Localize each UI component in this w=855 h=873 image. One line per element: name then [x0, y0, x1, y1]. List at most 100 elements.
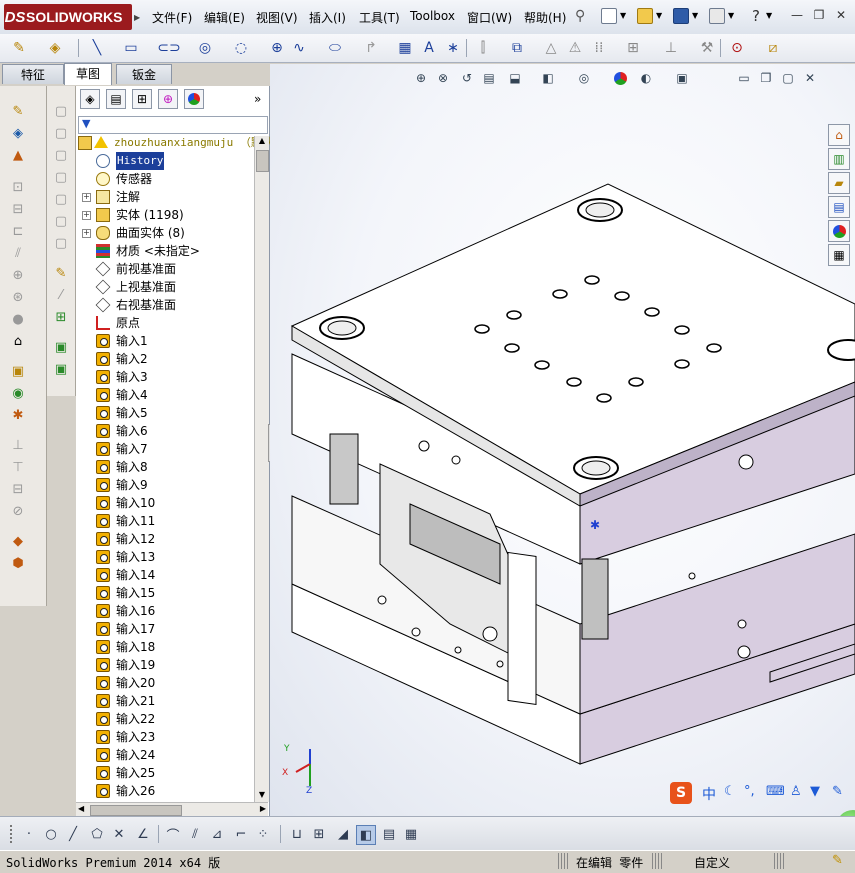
tree-root[interactable]: zhouzhuanxiangmuju （默认 — [76, 134, 273, 152]
graphics-area[interactable]: ⊕ ⊗ ↺ ▤ ⬓ ◧ ◎ ◐ ▣ ▭ ❐ ▢ ✕ ⌂ ▥ ▰ ▤ ▦ Y X … — [270, 64, 855, 816]
tree-import-item[interactable]: 输入12 — [76, 530, 254, 548]
offset-icon[interactable]: ⧉ — [508, 39, 526, 57]
config-manager-tab-icon[interactable]: ⊞ — [132, 89, 152, 109]
pattern-3d-icon[interactable]: ✱ — [9, 406, 27, 424]
tab-sheet-metal[interactable]: 钣金 — [116, 64, 172, 84]
dimxpert-tab-icon[interactable]: ⊕ — [158, 89, 178, 109]
menu-tools[interactable]: 工具(T) — [359, 9, 400, 26]
cube-outline-icon[interactable]: ▢ — [52, 190, 70, 208]
tree-import-item[interactable]: 输入13 — [76, 548, 254, 566]
corner-tool-icon[interactable]: ⌐ — [232, 825, 250, 843]
fillet-tool-icon[interactable]: ⌒ — [164, 825, 182, 844]
sketch-picture-icon[interactable]: ◉ — [9, 384, 27, 402]
warning-icon[interactable]: ⚠ — [566, 39, 584, 57]
ime-moon-icon[interactable]: ☾ — [724, 784, 736, 799]
menu-view[interactable]: 视图(V) — [256, 9, 298, 26]
ime-lang-label[interactable]: 中 — [702, 784, 716, 804]
tag-icon[interactable]: ✎ — [832, 853, 843, 868]
tree-import-item[interactable]: 输入6 — [76, 422, 254, 440]
menu-insert[interactable]: 插入(I) — [309, 9, 346, 26]
split-tool-icon[interactable]: ⊕ — [9, 266, 27, 284]
line-icon[interactable]: ╲ — [88, 39, 106, 57]
spline-icon[interactable]: ∿ — [290, 39, 308, 57]
relations-icon[interactable]: ⊥ — [662, 39, 680, 57]
tree-vertical-scrollbar[interactable]: ▲ ▼ — [254, 136, 269, 802]
tree-import-item[interactable]: 输入18 — [76, 638, 254, 656]
fix-relation-icon[interactable]: ⊟ — [9, 480, 27, 498]
tree-item[interactable]: + 曲面实体 (8) — [76, 224, 254, 242]
polygon-tool-icon[interactable]: ⬠ — [88, 825, 106, 843]
cube-outline-icon[interactable]: ▢ — [52, 102, 70, 120]
extend-tool-icon[interactable]: ⊏ — [9, 222, 27, 240]
ellipse-icon[interactable]: ⬭ — [326, 39, 344, 57]
open-folder-icon[interactable] — [637, 8, 653, 24]
new-document-icon[interactable] — [601, 8, 617, 24]
cross-tool-icon[interactable]: ✕ — [110, 825, 128, 843]
expand-panel-icon[interactable]: » — [254, 92, 261, 106]
move-icon[interactable]: ⊞ — [624, 39, 642, 57]
tree-import-item[interactable]: 输入19 — [76, 656, 254, 674]
ime-punct-icon[interactable]: °, — [744, 784, 755, 799]
tree-horizontal-scrollbar[interactable]: ◀ ▶ — [76, 802, 268, 817]
tree-import-item[interactable]: 输入7 — [76, 440, 254, 458]
shaded-view-icon[interactable]: ◧ — [356, 825, 376, 845]
scroll-right-icon[interactable]: ▶ — [260, 804, 266, 813]
rectangle-icon[interactable]: ▭ — [122, 39, 140, 57]
text-icon[interactable]: A — [420, 39, 438, 57]
cube-outline-icon[interactable]: ▢ — [52, 212, 70, 230]
mirror-tool-icon[interactable]: ▲ — [9, 146, 27, 164]
layer-icon[interactable]: ▣ — [52, 338, 70, 356]
chevron-down-icon[interactable]: ▼ — [728, 11, 734, 20]
tree-import-item[interactable]: 输入11 — [76, 512, 254, 530]
ime-user-icon[interactable]: ♙ — [790, 784, 802, 799]
menu-file[interactable]: 文件(F) — [152, 9, 192, 26]
sogou-logo-icon[interactable]: S — [670, 782, 692, 804]
construction-line-icon[interactable]: ⁄ — [52, 286, 70, 304]
tree-item[interactable]: 右视基准面 — [76, 296, 254, 314]
tree-item[interactable]: 材质 <未指定> — [76, 242, 254, 260]
tab-features[interactable]: 特征 — [2, 64, 64, 84]
tree-import-item[interactable]: 输入8 — [76, 458, 254, 476]
cube-outline-icon[interactable]: ▢ — [52, 168, 70, 186]
scroll-up-icon[interactable]: ▲ — [257, 136, 267, 148]
instant-2d-icon[interactable]: ⧄ — [764, 39, 782, 57]
panel-view-icon[interactable]: ▤ — [380, 825, 398, 843]
tree-import-item[interactable]: 输入3 — [76, 368, 254, 386]
tree-import-item[interactable]: 输入15 — [76, 584, 254, 602]
point-icon[interactable]: ∗ — [444, 39, 462, 57]
offset-tool-icon[interactable]: ⊟ — [9, 200, 27, 218]
insert-block-icon[interactable]: ▣ — [9, 362, 27, 380]
chevron-down-icon[interactable]: ▼ — [656, 11, 662, 20]
rapid-sketch-icon[interactable]: ⊙ — [728, 39, 746, 57]
tree-item[interactable]: + 注解 — [76, 188, 254, 206]
status-units[interactable]: 自定义 — [694, 854, 730, 871]
expand-toggle-icon[interactable]: + — [82, 211, 91, 220]
trim-tool-icon[interactable]: ⫽ — [9, 244, 27, 262]
scroll-left-icon[interactable]: ◀ — [78, 804, 84, 813]
tree-import-item[interactable]: 输入14 — [76, 566, 254, 584]
tree-import-item[interactable]: 输入16 — [76, 602, 254, 620]
cube-outline-icon[interactable]: ▢ — [52, 124, 70, 142]
parallel-tool-icon[interactable]: ⫽ — [186, 825, 204, 843]
tree-import-item[interactable]: 输入4 — [76, 386, 254, 404]
minimize-button[interactable]: — — [788, 7, 806, 23]
chevron-down-icon[interactable]: ▼ — [620, 11, 626, 20]
triangle-tool-icon[interactable]: ◢ — [334, 825, 352, 843]
dimension-tool-icon[interactable]: ◈ — [9, 124, 27, 142]
pin-icon[interactable]: ⚲ — [575, 8, 585, 24]
ime-keyboard-icon[interactable]: ⌨ — [766, 784, 785, 799]
fillet-tool-icon[interactable]: ● — [9, 310, 27, 328]
tree-import-item[interactable]: 输入2 — [76, 350, 254, 368]
layer-stack-icon[interactable]: ▣ — [52, 360, 70, 378]
tree-import-item[interactable]: 输入24 — [76, 746, 254, 764]
grid-tool-icon[interactable]: ⊞ — [310, 825, 328, 843]
repair-sketch-icon[interactable]: ⬢ — [9, 554, 27, 572]
tree-import-item[interactable]: 输入17 — [76, 620, 254, 638]
pattern-icon[interactable]: ⁞⁞ — [590, 39, 608, 57]
fillet-icon[interactable]: ↱ — [362, 39, 380, 57]
origin-move-icon[interactable]: ⊞ — [52, 308, 70, 326]
hscroll-thumb[interactable] — [90, 805, 182, 816]
tree-import-item[interactable]: 输入23 — [76, 728, 254, 746]
tree-item[interactable]: 前视基准面 — [76, 260, 254, 278]
mirror-icon[interactable]: △ — [542, 39, 560, 57]
